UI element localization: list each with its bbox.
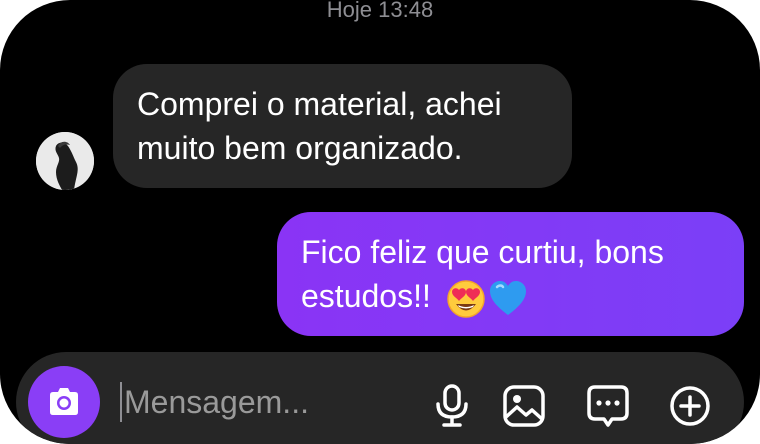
add-button[interactable]	[666, 382, 714, 430]
add-icon	[670, 386, 710, 426]
message-line: muito bem organizado.	[137, 130, 463, 166]
incoming-message-bubble[interactable]: Comprei o material, achei muito bem orga…	[113, 64, 572, 188]
microphone-icon	[436, 384, 468, 427]
gallery-button[interactable]	[500, 382, 548, 430]
message-line: estudos!!	[301, 278, 431, 314]
chat-window: Hoje 13:48 Comprei o material, achei mui…	[0, 0, 760, 444]
image-icon	[503, 385, 545, 427]
message-timestamp: Hoje 13:48	[326, 0, 434, 22]
outgoing-message-bubble[interactable]: Fico feliz que curtiu, bons estudos!!	[277, 212, 744, 336]
message-input[interactable]	[120, 380, 404, 424]
message-line: Comprei o material, achei	[137, 86, 502, 122]
camera-button[interactable]	[28, 366, 100, 438]
sticker-icon	[587, 385, 629, 427]
message-line: Fico feliz que curtiu, bons	[301, 234, 664, 270]
camera-icon	[50, 388, 78, 415]
sticker-button[interactable]	[584, 382, 632, 430]
avatar[interactable]	[36, 132, 94, 190]
blue-heart-emoji-icon	[489, 280, 526, 315]
message-composer	[16, 352, 744, 444]
profile-photo-icon	[36, 132, 94, 190]
microphone-button[interactable]	[428, 382, 476, 430]
heart-eyes-emoji-icon	[447, 279, 485, 318]
